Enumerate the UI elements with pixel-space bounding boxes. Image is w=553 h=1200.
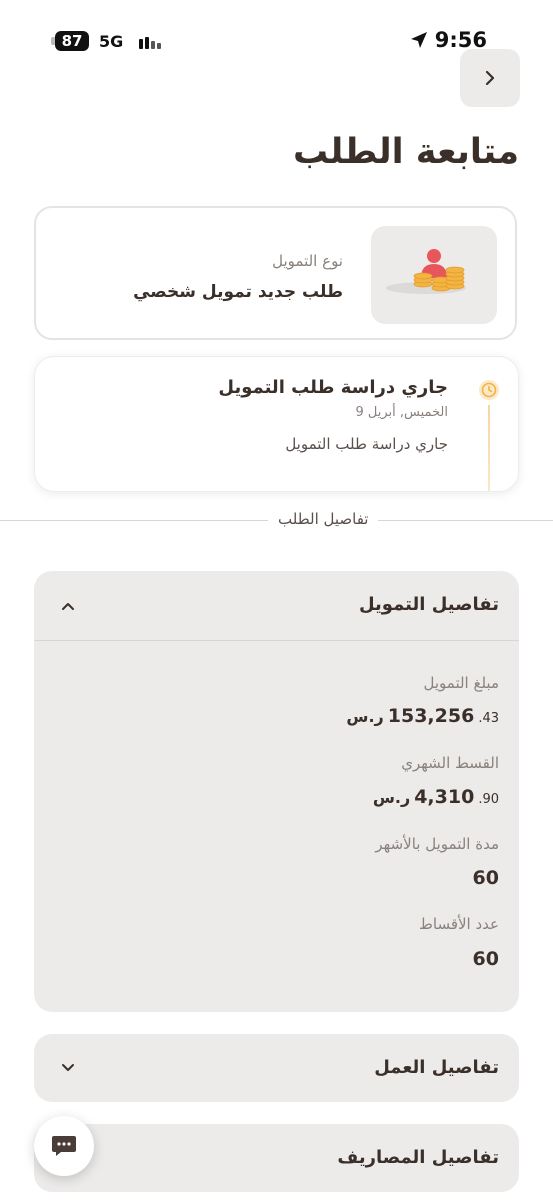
riyal-symbol: ر.س bbox=[346, 707, 384, 726]
location-arrow-icon bbox=[411, 32, 427, 48]
amount-decimal: .43 bbox=[478, 711, 499, 726]
finance-type-card: نوع التمويل طلب جديد تمويل شخصي bbox=[34, 206, 517, 340]
installment-decimal: .90 bbox=[478, 792, 499, 807]
chevron-right-icon bbox=[485, 70, 495, 86]
finance-details-header[interactable]: تفاصيل التمويل bbox=[359, 594, 499, 615]
page-title: متابعة الطلب bbox=[293, 132, 519, 172]
monthly-installment-label: القسط الشهري bbox=[401, 754, 499, 772]
duration-value: 60 bbox=[472, 867, 499, 889]
chevron-up-icon[interactable] bbox=[61, 599, 75, 613]
expenses-details-accordion[interactable]: تفاصيل المصاريف bbox=[34, 1124, 519, 1192]
finance-type-label: نوع التمويل bbox=[272, 252, 343, 270]
finance-type-value: طلب جديد تمويل شخصي bbox=[133, 282, 343, 302]
status-title: جاري دراسة طلب التمويل bbox=[218, 377, 448, 398]
expenses-details-header[interactable]: تفاصيل المصاريف bbox=[337, 1147, 499, 1168]
finance-duration-value: 60 bbox=[473, 867, 499, 889]
finance-duration-label: مدة التمويل بالأشهر bbox=[375, 835, 499, 853]
chat-button[interactable] bbox=[34, 1116, 94, 1176]
request-status-card: جاري دراسة طلب التمويل الخميس, أبريل 9 ج… bbox=[34, 356, 519, 492]
installments-count-value: 60 bbox=[473, 948, 499, 970]
chat-icon bbox=[52, 1136, 76, 1156]
finance-details-accordion: تفاصيل التمويل مبلغ التمويل ر.س 153,256.… bbox=[34, 571, 519, 1012]
riyal-symbol: ر.س bbox=[372, 788, 411, 807]
status-description: جاري دراسة طلب التمويل bbox=[285, 435, 448, 453]
back-button[interactable] bbox=[460, 49, 520, 107]
signal-icon bbox=[139, 37, 163, 49]
installments-count-label: عدد الأقساط bbox=[419, 915, 499, 933]
monthly-installment-value: ر.س 4,310.90 bbox=[371, 786, 499, 808]
work-details-header[interactable]: تفاصيل العمل bbox=[374, 1057, 499, 1078]
chevron-down-icon[interactable] bbox=[61, 1061, 75, 1075]
network-type: 5G bbox=[99, 32, 124, 51]
amount-whole: 153,256 bbox=[387, 705, 475, 727]
finance-type-image bbox=[371, 226, 497, 324]
installment-whole: 4,310 bbox=[414, 786, 475, 808]
money-person-icon bbox=[386, 249, 466, 294]
section-divider-label: تفاصيل الطلب bbox=[268, 510, 379, 528]
accordion-divider bbox=[34, 640, 519, 641]
status-date: الخميس, أبريل 9 bbox=[355, 405, 448, 420]
finance-amount-value: ر.س 153,256.43 bbox=[344, 705, 499, 727]
finance-amount-label: مبلغ التمويل bbox=[423, 674, 500, 692]
battery-indicator: 87 bbox=[55, 31, 89, 51]
clock-icon bbox=[479, 380, 499, 400]
timeline-line bbox=[488, 405, 490, 491]
installments-value: 60 bbox=[472, 948, 499, 970]
work-details-accordion[interactable]: تفاصيل العمل bbox=[34, 1034, 519, 1102]
